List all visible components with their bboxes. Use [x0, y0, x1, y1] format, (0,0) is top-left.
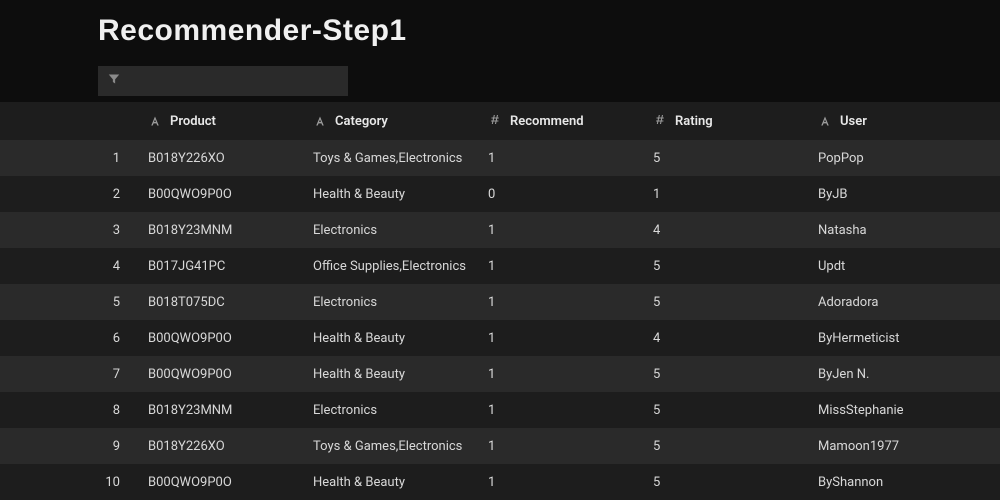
cell-category: Electronics: [303, 403, 478, 418]
column-header-category[interactable]: Category: [303, 114, 478, 129]
cell-recommend: 1: [478, 367, 643, 382]
column-header-product[interactable]: Product: [138, 114, 303, 129]
cell-product: B018Y23MNM: [138, 403, 303, 418]
cell-rating: 5: [643, 259, 808, 274]
table-row[interactable]: 2B00QWO9P0OHealth & Beauty01ByJB: [0, 176, 1000, 212]
table-row[interactable]: 10B00QWO9P0OHealth & Beauty15ByShannon: [0, 464, 1000, 500]
row-number: 8: [0, 403, 138, 418]
cell-product: B018Y23MNM: [138, 223, 303, 238]
cell-user: ByJB: [808, 187, 1000, 202]
row-number: 7: [0, 367, 138, 382]
cell-recommend: 1: [478, 151, 643, 166]
cell-category: Health & Beauty: [303, 475, 478, 490]
row-number: 6: [0, 331, 138, 346]
cell-rating: 5: [643, 295, 808, 310]
cell-recommend: 1: [478, 403, 643, 418]
cell-rating: 5: [643, 367, 808, 382]
cell-user: Updt: [808, 259, 1000, 274]
column-label: Rating: [675, 114, 713, 129]
cell-product: B018T075DC: [138, 295, 303, 310]
column-label: Category: [335, 114, 388, 129]
table-row[interactable]: 4B017JG41PCOffice Supplies,Electronics15…: [0, 248, 1000, 284]
cell-product: B018Y226XO: [138, 151, 303, 166]
cell-rating: 5: [643, 403, 808, 418]
cell-category: Electronics: [303, 295, 478, 310]
row-number: 3: [0, 223, 138, 238]
number-type-icon: #: [488, 113, 502, 129]
cell-category: Toys & Games,Electronics: [303, 439, 478, 454]
text-type-icon: [818, 114, 832, 128]
table-row[interactable]: 8B018Y23MNMElectronics15MissStephanie: [0, 392, 1000, 428]
number-type-icon: #: [653, 113, 667, 129]
row-number: 9: [0, 439, 138, 454]
cell-user: PopPop: [808, 151, 1000, 166]
cell-product: B017JG41PC: [138, 259, 303, 274]
row-number: 4: [0, 259, 138, 274]
cell-user: Natasha: [808, 223, 1000, 238]
column-header-user[interactable]: User: [808, 114, 1000, 129]
cell-recommend: 1: [478, 259, 643, 274]
text-type-icon: [313, 114, 327, 128]
cell-user: ByJen N.: [808, 367, 1000, 382]
cell-recommend: 1: [478, 295, 643, 310]
table-row[interactable]: 5B018T075DCElectronics15Adoradora: [0, 284, 1000, 320]
cell-rating: 5: [643, 151, 808, 166]
column-header-rating[interactable]: # Rating: [643, 113, 808, 129]
cell-rating: 4: [643, 331, 808, 346]
page-title: Recommender-Step1: [0, 0, 1000, 66]
cell-category: Electronics: [303, 223, 478, 238]
filter-icon: [108, 73, 120, 89]
table-row[interactable]: 9B018Y226XOToys & Games,Electronics15Mam…: [0, 428, 1000, 464]
cell-category: Office Supplies,Electronics: [303, 259, 478, 274]
table-row[interactable]: 7B00QWO9P0OHealth & Beauty15ByJen N.: [0, 356, 1000, 392]
cell-recommend: 1: [478, 223, 643, 238]
row-number: 5: [0, 295, 138, 310]
cell-product: B00QWO9P0O: [138, 367, 303, 382]
cell-user: MissStephanie: [808, 403, 1000, 418]
table-header-row: Product Category # Recommend # Rating Us…: [0, 102, 1000, 140]
column-header-recommend[interactable]: # Recommend: [478, 113, 643, 129]
cell-category: Health & Beauty: [303, 367, 478, 382]
cell-user: Adoradora: [808, 295, 1000, 310]
cell-user: ByShannon: [808, 475, 1000, 490]
cell-rating: 1: [643, 187, 808, 202]
cell-rating: 5: [643, 439, 808, 454]
cell-recommend: 0: [478, 187, 643, 202]
table-row[interactable]: 1B018Y226XOToys & Games,Electronics15Pop…: [0, 140, 1000, 176]
cell-recommend: 1: [478, 475, 643, 490]
filter-input[interactable]: [98, 66, 348, 96]
row-number: 10: [0, 475, 138, 490]
cell-user: ByHermeticist: [808, 331, 1000, 346]
table-row[interactable]: 6B00QWO9P0OHealth & Beauty14ByHermeticis…: [0, 320, 1000, 356]
cell-product: B00QWO9P0O: [138, 331, 303, 346]
row-number: 2: [0, 187, 138, 202]
cell-recommend: 1: [478, 439, 643, 454]
data-table: Product Category # Recommend # Rating Us…: [0, 102, 1000, 500]
cell-category: Health & Beauty: [303, 187, 478, 202]
row-number: 1: [0, 151, 138, 166]
cell-rating: 5: [643, 475, 808, 490]
cell-product: B00QWO9P0O: [138, 187, 303, 202]
table-row[interactable]: 3B018Y23MNMElectronics14Natasha: [0, 212, 1000, 248]
cell-product: B018Y226XO: [138, 439, 303, 454]
column-label: User: [840, 114, 867, 129]
column-label: Product: [170, 114, 216, 129]
column-label: Recommend: [510, 114, 584, 129]
text-type-icon: [148, 114, 162, 128]
cell-recommend: 1: [478, 331, 643, 346]
cell-rating: 4: [643, 223, 808, 238]
cell-user: Mamoon1977: [808, 439, 1000, 454]
cell-product: B00QWO9P0O: [138, 475, 303, 490]
cell-category: Toys & Games,Electronics: [303, 151, 478, 166]
cell-category: Health & Beauty: [303, 331, 478, 346]
